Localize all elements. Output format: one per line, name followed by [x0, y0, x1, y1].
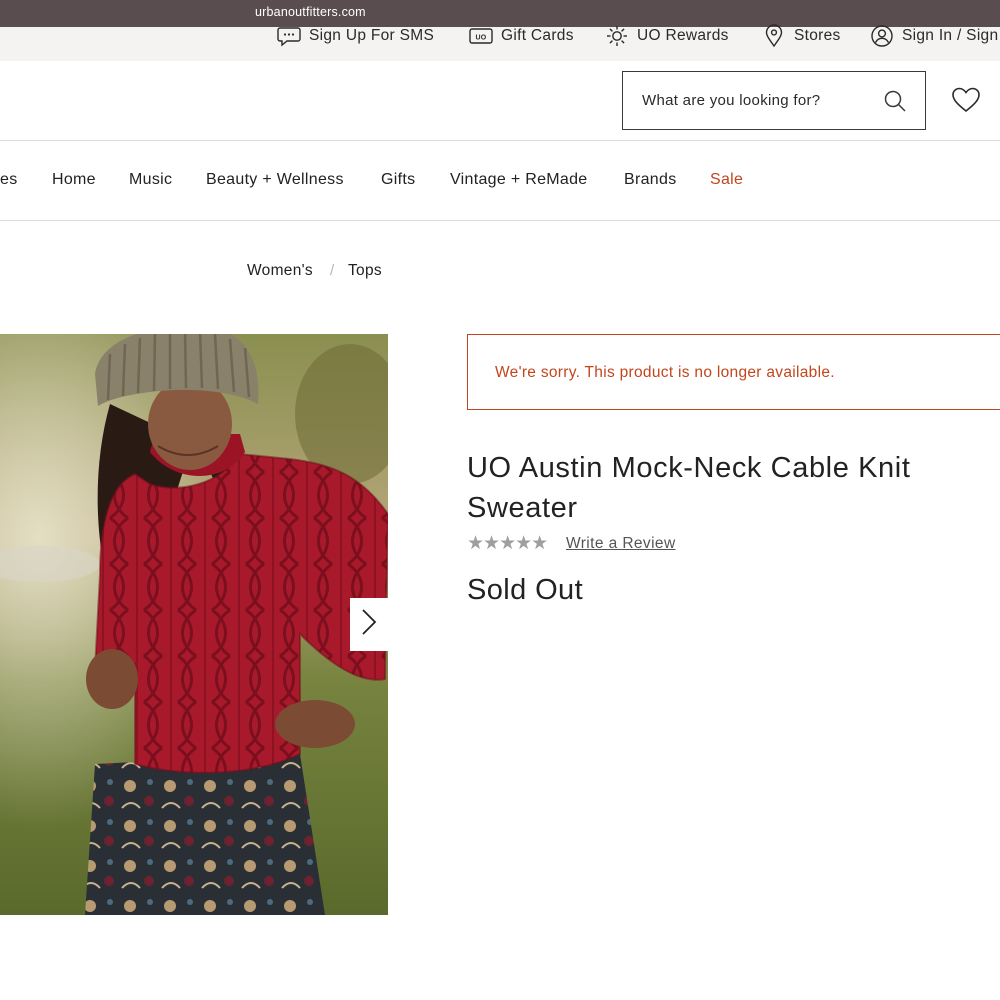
breadcrumb-tops[interactable]: Tops: [348, 262, 382, 280]
uo-rewards-link[interactable]: UO Rewards: [605, 25, 729, 47]
search-input[interactable]: [623, 72, 873, 128]
url-text[interactable]: urbanoutfitters.com: [255, 5, 366, 19]
sms-signup-link[interactable]: Sign Up For SMS: [277, 25, 435, 47]
breadcrumb-womens[interactable]: Women's: [247, 262, 313, 280]
main-nav: es Home Music Beauty + Wellness Gifts Vi…: [0, 141, 1000, 221]
chevron-right-icon: [360, 608, 378, 641]
unavailable-message: We're sorry. This product is no longer a…: [495, 364, 835, 381]
utility-nav: Sign Up For SMS UO Gift Cards UO Rewards…: [0, 24, 1000, 61]
star-rating: ★★★★★: [467, 533, 548, 554]
product-title: UO Austin Mock-Neck Cable Knit Sweater: [467, 452, 911, 524]
gift-cards-link[interactable]: UO Gift Cards: [469, 27, 574, 45]
gift-cards-label: Gift Cards: [501, 27, 574, 44]
write-review-link[interactable]: Write a Review: [566, 535, 676, 553]
unavailable-alert: We're sorry. This product is no longer a…: [467, 334, 1000, 410]
search-box: [622, 71, 926, 130]
gift-card-icon: UO: [469, 27, 493, 45]
nav-item-home[interactable]: Home: [52, 171, 96, 189]
nav-item-vintage-remade[interactable]: Vintage + ReMade: [450, 171, 588, 189]
breadcrumb-separator: /: [330, 262, 335, 279]
nav-item-music[interactable]: Music: [129, 171, 172, 189]
nav-item-brands[interactable]: Brands: [624, 171, 677, 189]
sold-out-status: Sold Out: [467, 574, 584, 606]
search-icon[interactable]: [883, 89, 907, 113]
browser-url-bar[interactable]: urbanoutfitters.com: [0, 0, 1000, 27]
svg-text:UO: UO: [475, 35, 486, 42]
site-header: [0, 61, 1000, 141]
stores-label: Stores: [794, 27, 841, 44]
uo-rewards-label: UO Rewards: [637, 27, 729, 44]
location-pin-icon: [764, 24, 784, 48]
sign-in-label: Sign In / Sign: [902, 27, 999, 44]
stores-link[interactable]: Stores: [764, 24, 841, 48]
heart-icon[interactable]: [951, 86, 981, 114]
sms-signup-label: Sign Up For SMS: [309, 27, 435, 44]
product-image[interactable]: [0, 334, 388, 915]
next-image-button[interactable]: [350, 598, 388, 651]
nav-item-gifts[interactable]: Gifts: [381, 171, 415, 189]
nav-item-sale[interactable]: Sale: [710, 171, 743, 189]
chat-bubble-icon: [277, 25, 301, 47]
user-icon: [870, 24, 894, 48]
nav-item-beauty-wellness[interactable]: Beauty + Wellness: [206, 171, 344, 189]
sun-icon: [605, 25, 629, 47]
sign-in-link[interactable]: Sign In / Sign: [870, 24, 999, 48]
nav-item-truncated[interactable]: es: [0, 171, 18, 189]
